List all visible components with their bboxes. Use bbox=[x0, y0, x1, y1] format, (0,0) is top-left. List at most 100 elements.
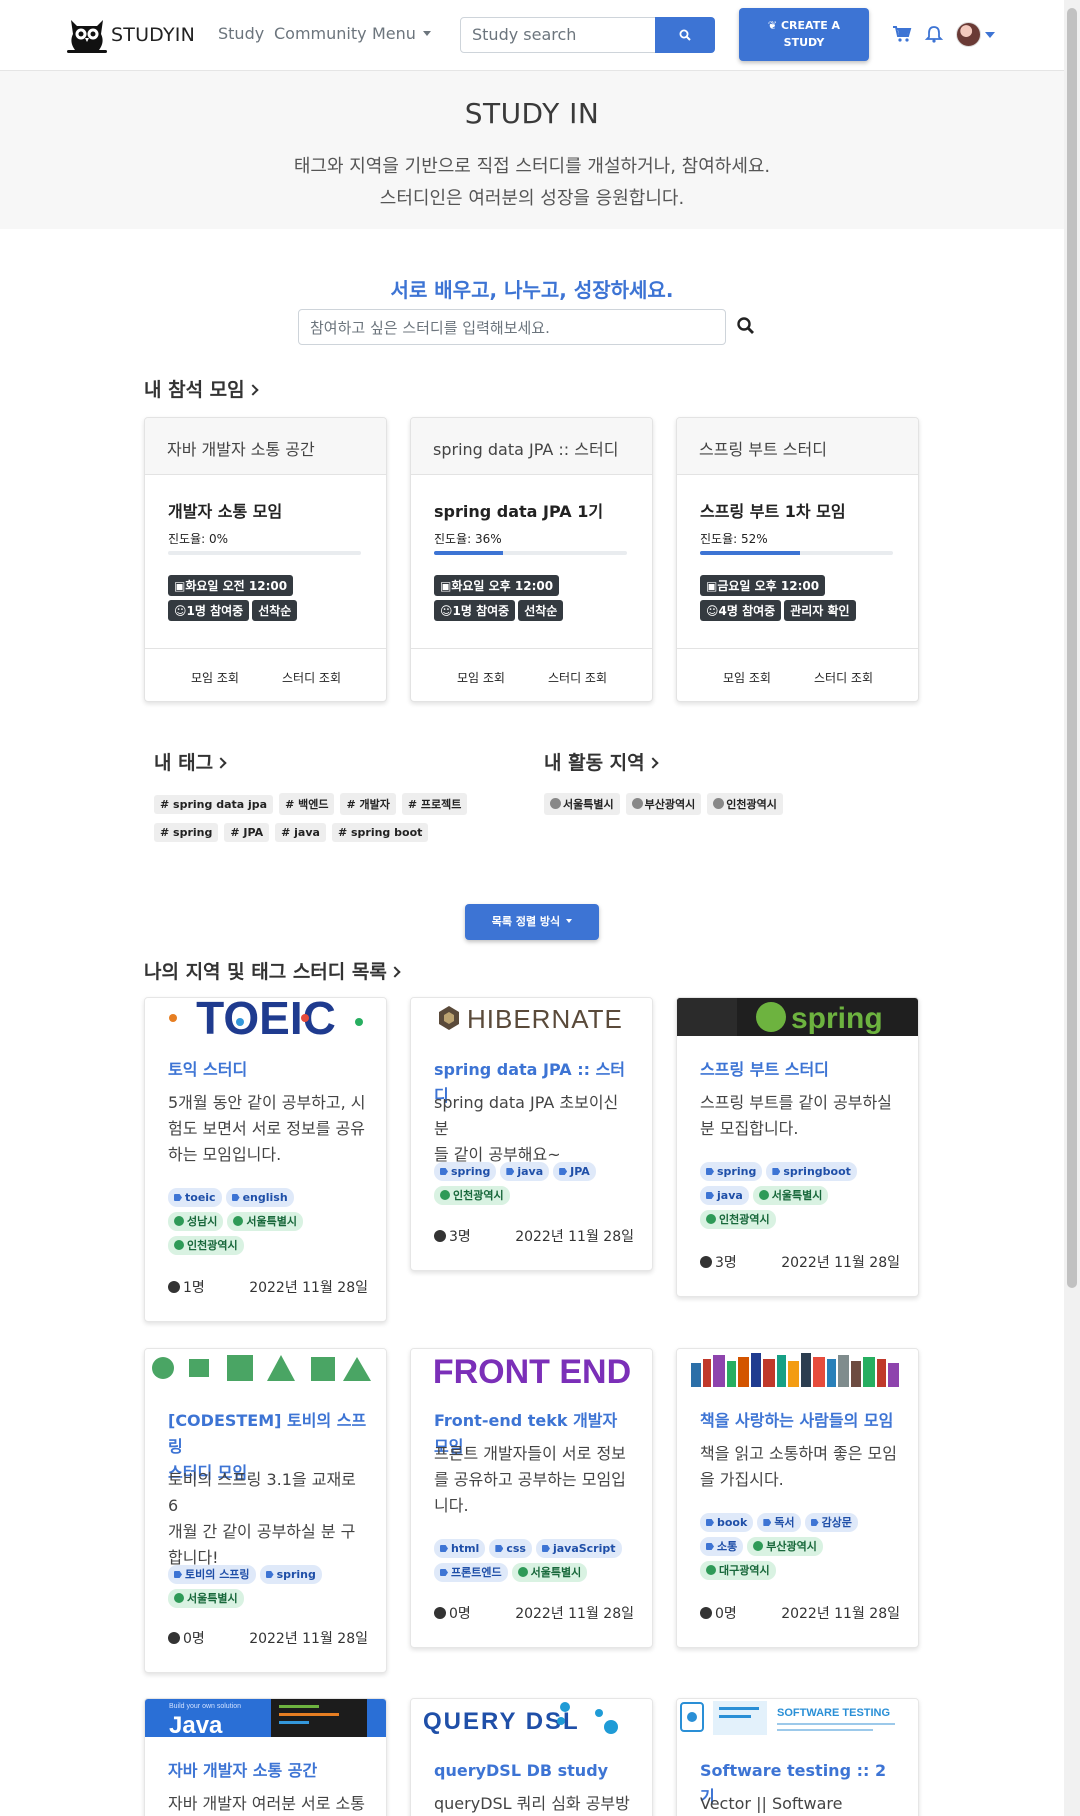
globe-icon bbox=[550, 798, 561, 809]
my-meetings-heading[interactable]: 내 참석 모임 bbox=[144, 375, 259, 402]
progress-fill bbox=[700, 551, 801, 555]
study-card[interactable]: [CODESTEM] 토비의 스프링 스터디 모임 토비의 스프링 3.1을 교재… bbox=[144, 1348, 387, 1673]
books-image bbox=[691, 1353, 899, 1387]
tag-pill[interactable]: java bbox=[500, 1162, 550, 1181]
zone-pill[interactable]: 서울특별시 bbox=[168, 1589, 244, 1608]
tag-badge[interactable]: # spring data jpa bbox=[154, 795, 274, 814]
view-meeting-button[interactable]: 모임 조회 bbox=[457, 669, 505, 686]
study-card[interactable]: 책을 사랑하는 사람들의 모임 책을 읽고 소통하며 좋은 모임 을 가집시다. … bbox=[676, 1348, 919, 1648]
search-button[interactable] bbox=[655, 17, 715, 53]
svg-text:spring: spring bbox=[791, 1002, 883, 1035]
tag-label: css bbox=[506, 1542, 526, 1555]
progress-label: 진도율: 52% bbox=[700, 532, 768, 546]
view-study-button[interactable]: 스터디 조회 bbox=[282, 669, 341, 686]
tag-pill[interactable]: springboot bbox=[766, 1162, 857, 1181]
zone-pill[interactable]: 성남시 bbox=[168, 1212, 224, 1231]
zone-pill[interactable]: 서울특별시 bbox=[752, 1186, 829, 1205]
zone-pill[interactable]: 대구광역시 bbox=[700, 1561, 776, 1580]
my-zones-heading[interactable]: 내 활동 지역 bbox=[544, 748, 659, 775]
tag-pill[interactable]: css bbox=[489, 1539, 532, 1558]
study-title[interactable]: 책을 사랑하는 사람들의 모임 bbox=[700, 1408, 900, 1434]
svg-text:Java: Java bbox=[169, 1712, 223, 1737]
study-card[interactable]: spring 스프링 부트 스터디 스프링 부트를 같이 공부하실 분 모집합니다… bbox=[676, 997, 919, 1297]
tag-pill[interactable]: spring bbox=[700, 1162, 763, 1181]
cart-icon[interactable] bbox=[892, 24, 912, 44]
zone-pill[interactable]: 서울특별시 bbox=[511, 1563, 588, 1582]
tag-pill[interactable]: spring bbox=[259, 1565, 322, 1584]
tag-pill[interactable]: 토비의 스프링 bbox=[168, 1565, 256, 1584]
tag-badge[interactable]: # JPA bbox=[224, 823, 270, 842]
zone-pill[interactable]: 부산광역시 bbox=[747, 1537, 823, 1556]
study-date: 2022년 11월 28일 bbox=[515, 1606, 634, 1622]
study-card[interactable]: Build your own solution Java 자바 개발자 소통 공간… bbox=[144, 1698, 387, 1816]
study-card[interactable]: FRONT END Front-end tekk 개발자 모임 프론트 개발자들… bbox=[410, 1348, 653, 1648]
bell-icon[interactable] bbox=[924, 24, 944, 44]
sort-dropdown-button[interactable]: 목록 정렬 방식 bbox=[465, 904, 599, 940]
view-meeting-button[interactable]: 모임 조회 bbox=[723, 669, 771, 686]
zone-badge[interactable]: 서울특별시 bbox=[544, 793, 620, 815]
main-search-input[interactable]: 참여하고 싶은 스터디를 입력해보세요. bbox=[298, 309, 726, 345]
tag-pill[interactable]: toeic bbox=[168, 1188, 222, 1207]
tag-icon bbox=[706, 1192, 714, 1199]
zone-pill[interactable]: 서울특별시 bbox=[227, 1212, 303, 1231]
avatar[interactable] bbox=[956, 22, 981, 47]
tag-badge[interactable]: # spring bbox=[154, 823, 219, 842]
study-title[interactable]: 자바 개발자 소통 공간 bbox=[168, 1758, 368, 1784]
view-study-button[interactable]: 스터디 조회 bbox=[548, 669, 607, 686]
my-tags-heading[interactable]: 내 태그 bbox=[154, 748, 227, 775]
zone-badge[interactable]: 인천광역시 bbox=[707, 793, 783, 815]
study-date: 2022년 11월 28일 bbox=[249, 1631, 368, 1647]
zone-pill[interactable]: 인천광역시 bbox=[168, 1236, 244, 1255]
study-title[interactable]: 토익 스터디 bbox=[168, 1057, 368, 1083]
tag-badge[interactable]: # 백엔드 bbox=[279, 793, 335, 815]
brand-link[interactable]: STUDYIN bbox=[65, 14, 195, 56]
meeting-name: spring data JPA 1기 bbox=[434, 502, 604, 521]
tag-pill[interactable]: 프론트엔드 bbox=[434, 1563, 508, 1582]
zone-pill[interactable]: 인천광역시 bbox=[434, 1186, 510, 1205]
tag-pill[interactable]: spring bbox=[434, 1162, 497, 1181]
study-card[interactable]: HIBERNATE spring data JPA :: 스터디 spring … bbox=[410, 997, 653, 1271]
study-card[interactable]: QUERY DSL queryDSL DB study queryDSL 쿼리 … bbox=[410, 1698, 653, 1816]
title-line: [CODESTEM] 토비의 스프링 bbox=[168, 1411, 367, 1456]
zone-pill[interactable]: 인천광역시 bbox=[700, 1210, 776, 1229]
meeting-card-footer: 모임 조회 스터디 조회 bbox=[145, 648, 386, 701]
globe-icon bbox=[174, 1240, 184, 1250]
chevron-down-icon[interactable] bbox=[985, 32, 995, 38]
tag-pill[interactable]: JPA bbox=[553, 1162, 596, 1181]
navbar: STUDYIN Study Community Menu Study searc… bbox=[0, 0, 1064, 71]
study-description: spring data JPA 초보이신 분들 같이 공부해요~ bbox=[434, 1090, 634, 1168]
create-study-label-1: CREATE A bbox=[780, 19, 841, 32]
tag-badge[interactable]: # 개발자 bbox=[340, 793, 396, 815]
tag-pill[interactable]: book bbox=[700, 1513, 754, 1532]
study-search-input[interactable]: Study search bbox=[460, 17, 656, 53]
study-card[interactable]: SOFTWARE TESTING Software testing :: 2기 … bbox=[676, 1698, 919, 1816]
tag-pill[interactable]: english bbox=[225, 1188, 294, 1207]
tag-badge[interactable]: # 프로젝트 bbox=[401, 793, 468, 815]
study-image: QUERY DSL bbox=[411, 1699, 652, 1737]
nav-link-study[interactable]: Study bbox=[218, 24, 264, 43]
policy-badge: 선착순 bbox=[518, 600, 564, 621]
desc-line: 하는 모임입니다. bbox=[168, 1145, 282, 1164]
zone-badge[interactable]: 부산광역시 bbox=[625, 793, 702, 815]
study-title[interactable]: 스프링 부트 스터디 bbox=[700, 1057, 900, 1083]
tag-pill[interactable]: html bbox=[434, 1539, 486, 1558]
tag-pill[interactable]: 소통 bbox=[700, 1537, 744, 1556]
tag-pill[interactable]: 감상문 bbox=[804, 1513, 858, 1532]
search-icon[interactable] bbox=[736, 316, 756, 336]
tag-pill[interactable]: javaScript bbox=[535, 1539, 622, 1558]
tag-badge[interactable]: # java bbox=[275, 823, 326, 842]
view-meeting-button[interactable]: 모임 조회 bbox=[191, 669, 239, 686]
page-scrollbar[interactable] bbox=[1064, 0, 1080, 1816]
study-title[interactable]: queryDSL DB study bbox=[434, 1758, 634, 1784]
nav-link-community[interactable]: Community bbox=[274, 24, 367, 43]
view-study-button[interactable]: 스터디 조회 bbox=[814, 669, 873, 686]
scrollbar-thumb[interactable] bbox=[1067, 8, 1077, 1288]
study-list-heading[interactable]: 나의 지역 및 태그 스터디 목록 bbox=[144, 957, 401, 984]
study-card[interactable]: TOEIC 토익 스터디 5개월 동안 같이 공부하고, 시 험도 보면서 서로 … bbox=[144, 997, 387, 1322]
person-icon: ☺ bbox=[440, 604, 453, 618]
create-study-button[interactable]: ❦ CREATE A STUDY bbox=[739, 8, 869, 61]
tag-pill[interactable]: java bbox=[700, 1186, 749, 1205]
nav-link-menu[interactable]: Menu bbox=[372, 24, 431, 43]
tag-pill[interactable]: 독서 bbox=[757, 1513, 801, 1532]
tag-badge[interactable]: # spring boot bbox=[331, 823, 429, 842]
